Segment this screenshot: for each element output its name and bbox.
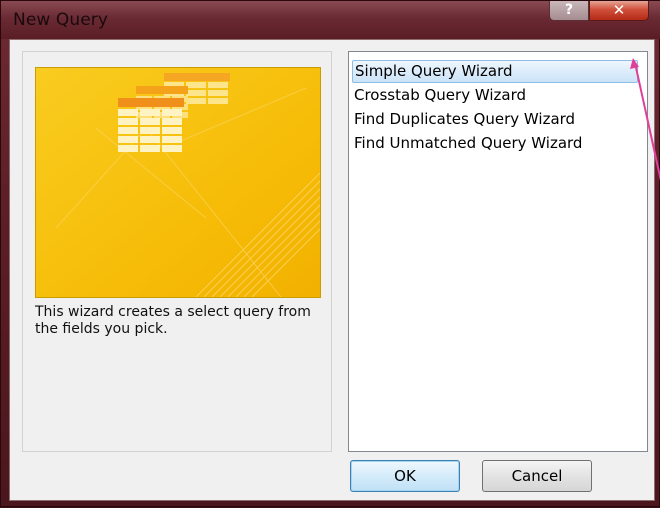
close-button[interactable]: ✕ <box>589 1 649 21</box>
help-button[interactable]: ? <box>549 1 589 21</box>
wizard-list[interactable]: Simple Query Wizard Crosstab Query Wizar… <box>348 51 648 452</box>
help-icon: ? <box>564 2 574 18</box>
cancel-button[interactable]: Cancel <box>482 460 592 492</box>
dialog-body: This wizard creates a select query from … <box>9 39 655 501</box>
wizard-description: This wizard creates a select query from … <box>35 304 311 337</box>
ok-button[interactable]: OK <box>350 460 460 492</box>
list-item-find-unmatched-query-wizard[interactable]: Find Unmatched Query Wizard <box>352 132 638 155</box>
list-item-simple-query-wizard[interactable]: Simple Query Wizard <box>352 60 638 83</box>
list-item-find-duplicates-query-wizard[interactable]: Find Duplicates Query Wizard <box>352 108 638 131</box>
new-query-dialog: New Query ? ✕ This wizard creates a sele… <box>0 0 660 507</box>
dialog-title: New Query <box>13 10 109 30</box>
close-icon: ✕ <box>612 1 626 19</box>
query-wizard-illustration <box>35 67 321 298</box>
title-bar[interactable]: New Query ? ✕ <box>1 1 660 39</box>
list-item-crosstab-query-wizard[interactable]: Crosstab Query Wizard <box>352 84 638 107</box>
